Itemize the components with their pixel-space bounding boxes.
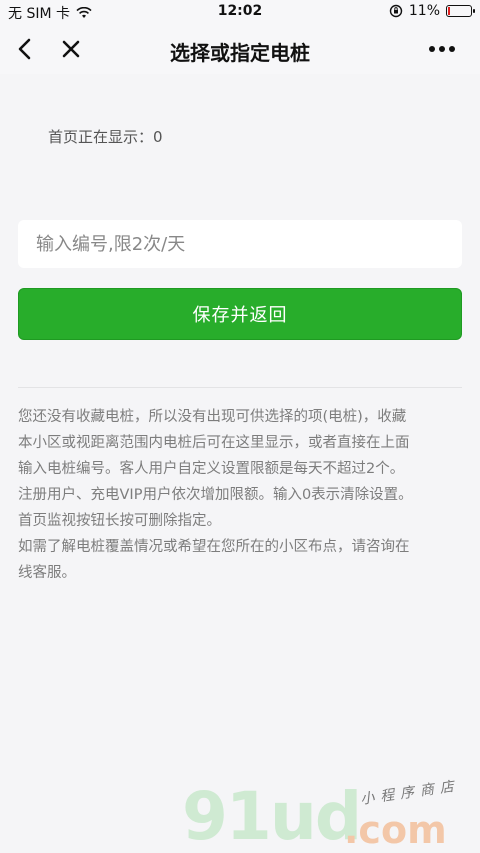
status-right: 11% bbox=[389, 3, 475, 19]
help-text: 您还没有收藏电桩，所以没有出现可供选择的项(电桩)，收藏 本小区或视距离范围内电… bbox=[18, 404, 464, 586]
nav-bar: 选择或指定电桩 bbox=[0, 24, 480, 74]
pile-number-input[interactable] bbox=[18, 220, 462, 268]
battery-percent: 11% bbox=[408, 3, 440, 19]
divider bbox=[18, 387, 462, 388]
watermark-logo: 91ud 小程序商店 .com bbox=[182, 778, 472, 853]
more-dots-icon bbox=[429, 46, 455, 52]
watermark-cn-text: 小程序商店 bbox=[359, 778, 461, 808]
battery-icon bbox=[446, 5, 475, 17]
page-title: 选择或指定电桩 bbox=[170, 41, 310, 65]
help-line: 本小区或视距离范围内电桩后可在这里显示，或者直接在上面 bbox=[18, 435, 410, 451]
help-line: 如需了解电桩覆盖情况或希望在您所在的小区布点，请咨询在 bbox=[18, 539, 410, 555]
help-line: 线客服。 bbox=[18, 565, 76, 581]
battery-fill bbox=[448, 7, 450, 15]
more-button[interactable] bbox=[422, 32, 462, 66]
orientation-lock-icon bbox=[389, 4, 403, 18]
help-line: 首页监视按钮长按可删除指定。 bbox=[18, 513, 221, 529]
watermark-com-text: .com bbox=[344, 808, 447, 852]
help-line: 注册用户、充电VIP用户依次增加限额。输入0表示清除设置。 bbox=[18, 487, 413, 503]
status-bar: 无 SIM 卡 12:02 11% bbox=[0, 0, 480, 24]
watermark-big-text: 91ud bbox=[182, 778, 362, 853]
help-line: 输入电桩编号。客人用户自定义设置限额是每天不超过2个。 bbox=[18, 461, 405, 477]
current-display-text: 首页正在显示：0 bbox=[48, 128, 163, 146]
save-and-return-button[interactable]: 保存并返回 bbox=[18, 288, 462, 340]
help-line: 您还没有收藏电桩，所以没有出现可供选择的项(电桩)，收藏 bbox=[18, 409, 407, 425]
